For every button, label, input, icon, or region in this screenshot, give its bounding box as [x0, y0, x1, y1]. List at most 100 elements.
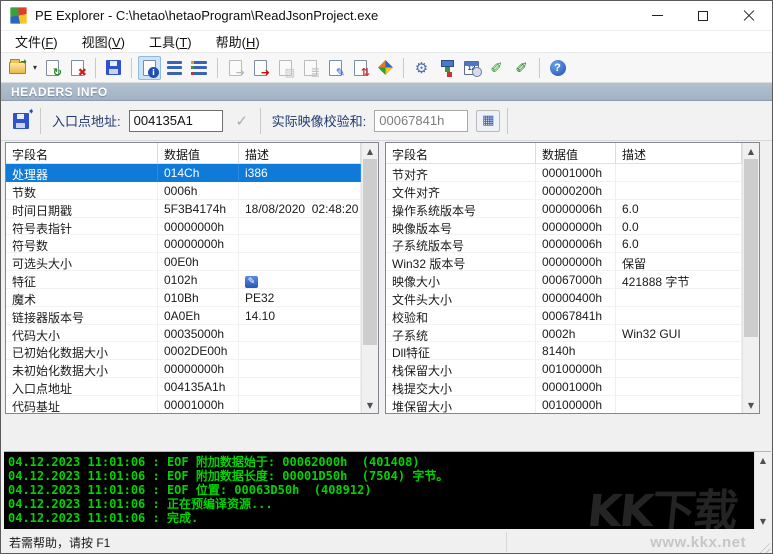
disassembler-button[interactable]: ⚙: [410, 56, 433, 80]
close-button[interactable]: [726, 1, 772, 30]
table-row[interactable]: 时间日期戳5F3B4174h18/08/2020 02:48:20: [6, 200, 361, 218]
scroll-up-icon[interactable]: ▲: [743, 143, 759, 159]
help-button[interactable]: ?: [546, 56, 569, 80]
table-row[interactable]: 链接器版本号0A0Eh14.10: [6, 307, 361, 325]
table-row[interactable]: 符号数00000000h: [6, 235, 361, 253]
certificates-button[interactable]: ≣: [299, 56, 322, 80]
section-headers-button[interactable]: [163, 56, 186, 80]
recalculate-checksum-button[interactable]: ▦: [476, 110, 500, 132]
table-row[interactable]: 栈提交大小00001000h: [386, 378, 742, 396]
scroll-up-icon[interactable]: ▲: [755, 452, 771, 468]
open-file-button[interactable]: [6, 56, 29, 80]
column-header[interactable]: 数据值: [158, 143, 239, 163]
resource-rebuilder-button[interactable]: ✐: [510, 56, 533, 80]
reload-file-button[interactable]: ↻: [41, 56, 64, 80]
table-row[interactable]: 文件头大小00000400h: [386, 289, 742, 307]
open-file-dropdown[interactable]: ▾: [30, 56, 40, 80]
resources-button[interactable]: [374, 56, 397, 80]
column-header[interactable]: 字段名: [6, 143, 158, 163]
dependency-scanner-button[interactable]: [435, 56, 458, 80]
data-value-cell: 0002DE00h: [158, 342, 239, 360]
table-row[interactable]: 魔术010BhPE32: [6, 289, 361, 307]
console-scrollbar[interactable]: ▲▼: [754, 452, 771, 529]
table-row[interactable]: Dll特征8140h: [386, 342, 742, 360]
column-header[interactable]: 描述: [239, 143, 361, 163]
window-title: PE Explorer - C:\hetao\hetaoProgram\Read…: [35, 8, 378, 23]
maximize-button[interactable]: [680, 1, 726, 30]
table-row[interactable]: Win32 版本号00000000h保留: [386, 253, 742, 271]
table-row[interactable]: 处理器014Chi386: [6, 164, 361, 182]
scroll-track[interactable]: [743, 159, 759, 397]
data-value-cell: 00000400h: [536, 289, 616, 307]
scroll-down-icon[interactable]: ▼: [362, 397, 378, 413]
table-row[interactable]: 子系统0002hWin32 GUI: [386, 325, 742, 343]
scroll-thumb[interactable]: [363, 159, 377, 345]
data-value-cell: 00000000h: [158, 235, 239, 253]
delay-import-icon: ▨: [279, 60, 292, 76]
table-row[interactable]: 栈保留大小00100000h: [386, 360, 742, 378]
apply-entry-point-button[interactable]: ✓: [231, 110, 253, 132]
menu-item-tools[interactable]: 工具(T): [139, 30, 202, 53]
relocations-button[interactable]: ⇅: [349, 56, 372, 80]
checksum-input[interactable]: [374, 110, 468, 132]
table-row[interactable]: 可选头大小00E0h: [6, 253, 361, 271]
menu-item-file[interactable]: 文件(F): [5, 30, 68, 53]
column-header[interactable]: 字段名: [386, 143, 536, 163]
edit-headers-button[interactable]: ✎: [324, 56, 347, 80]
save-button[interactable]: [102, 56, 125, 80]
disassembler-icon: ⚙: [415, 59, 428, 77]
column-header[interactable]: 描述: [616, 143, 742, 163]
time-date-stamp-button[interactable]: 12: [460, 56, 483, 80]
field-name-cell: 可选头大小: [6, 253, 158, 271]
table-row[interactable]: 节数0006h: [6, 182, 361, 200]
table-row[interactable]: 映像版本号00000000h0.0: [386, 218, 742, 236]
save-changes-button[interactable]: [9, 109, 33, 133]
table-row[interactable]: 子系统版本号00000006h6.0: [386, 235, 742, 253]
menu-item-help[interactable]: 帮助(H): [206, 30, 270, 53]
table-row[interactable]: 已初始化数据大小0002DE00h: [6, 342, 361, 360]
table-row[interactable]: 代码大小00035000h: [6, 325, 361, 343]
log-console: 04.12.2023 11:01:06 : EOF 附加数据始于: 000620…: [4, 451, 771, 529]
table-scrollbar[interactable]: ▲▼: [742, 143, 759, 413]
menu-item-view[interactable]: 视图(V): [72, 30, 135, 53]
toolbar-separator: [403, 58, 404, 78]
entry-point-button[interactable]: ➜: [249, 56, 272, 80]
scroll-up-icon[interactable]: ▲: [362, 143, 378, 159]
calendar-clock-icon: 12: [464, 61, 479, 75]
main-toolbar: ▾ ↻ ✖ i ➔➜ ▨ ≣ ✎⇅ ⚙ 12 ✐✐?: [1, 53, 772, 83]
description-cell: 421888 字节: [616, 271, 742, 289]
table-row[interactable]: 校验和00067841h: [386, 307, 742, 325]
minimize-button[interactable]: [634, 1, 680, 30]
resize-grip[interactable]: [757, 540, 770, 553]
table-row[interactable]: 符号表指针00000000h: [6, 218, 361, 236]
table-header-row: 字段名数据值描述: [6, 143, 361, 164]
delay-import-button[interactable]: ▨: [274, 56, 297, 80]
headers-info-button[interactable]: i: [138, 56, 161, 80]
table-scrollbar[interactable]: ▲▼: [361, 143, 378, 413]
table-row[interactable]: 未初始化数据大小00000000h: [6, 360, 361, 378]
resource-editor-button[interactable]: ✐: [485, 56, 508, 80]
table-row[interactable]: 操作系统版本号00000006h6.0: [386, 200, 742, 218]
column-header[interactable]: 数据值: [536, 143, 616, 163]
file-header-table: 字段名数据值描述处理器014Chi386节数0006h时间日期戳5F3B4174…: [5, 142, 379, 414]
entry-point-input[interactable]: [129, 110, 223, 132]
table-row[interactable]: 堆保留大小00100000h: [386, 396, 742, 413]
scroll-down-icon[interactable]: ▼: [755, 513, 771, 529]
scroll-track[interactable]: [362, 159, 378, 397]
field-name-cell: 处理器: [6, 164, 158, 182]
scroll-thumb[interactable]: [744, 159, 758, 337]
close-file-button[interactable]: ✖: [66, 56, 89, 80]
table-row[interactable]: 节对齐00001000h: [386, 164, 742, 182]
certificates-icon: ≣: [304, 60, 317, 76]
table-row[interactable]: 入口点地址004135A1h: [6, 378, 361, 396]
table-row[interactable]: 映像大小00067000h421888 字节: [386, 271, 742, 289]
field-name-cell: 未初始化数据大小: [6, 360, 158, 378]
data-directories-button[interactable]: [188, 56, 211, 80]
scroll-down-icon[interactable]: ▼: [743, 397, 759, 413]
table-row[interactable]: 代码基址00001000h: [6, 396, 361, 413]
export-button[interactable]: ➔: [224, 56, 247, 80]
reload-file-icon: ↻: [46, 60, 59, 76]
table-row[interactable]: 文件对齐00000200h: [386, 182, 742, 200]
scroll-track[interactable]: [755, 468, 771, 513]
table-row[interactable]: 特征0102h✎: [6, 271, 361, 289]
